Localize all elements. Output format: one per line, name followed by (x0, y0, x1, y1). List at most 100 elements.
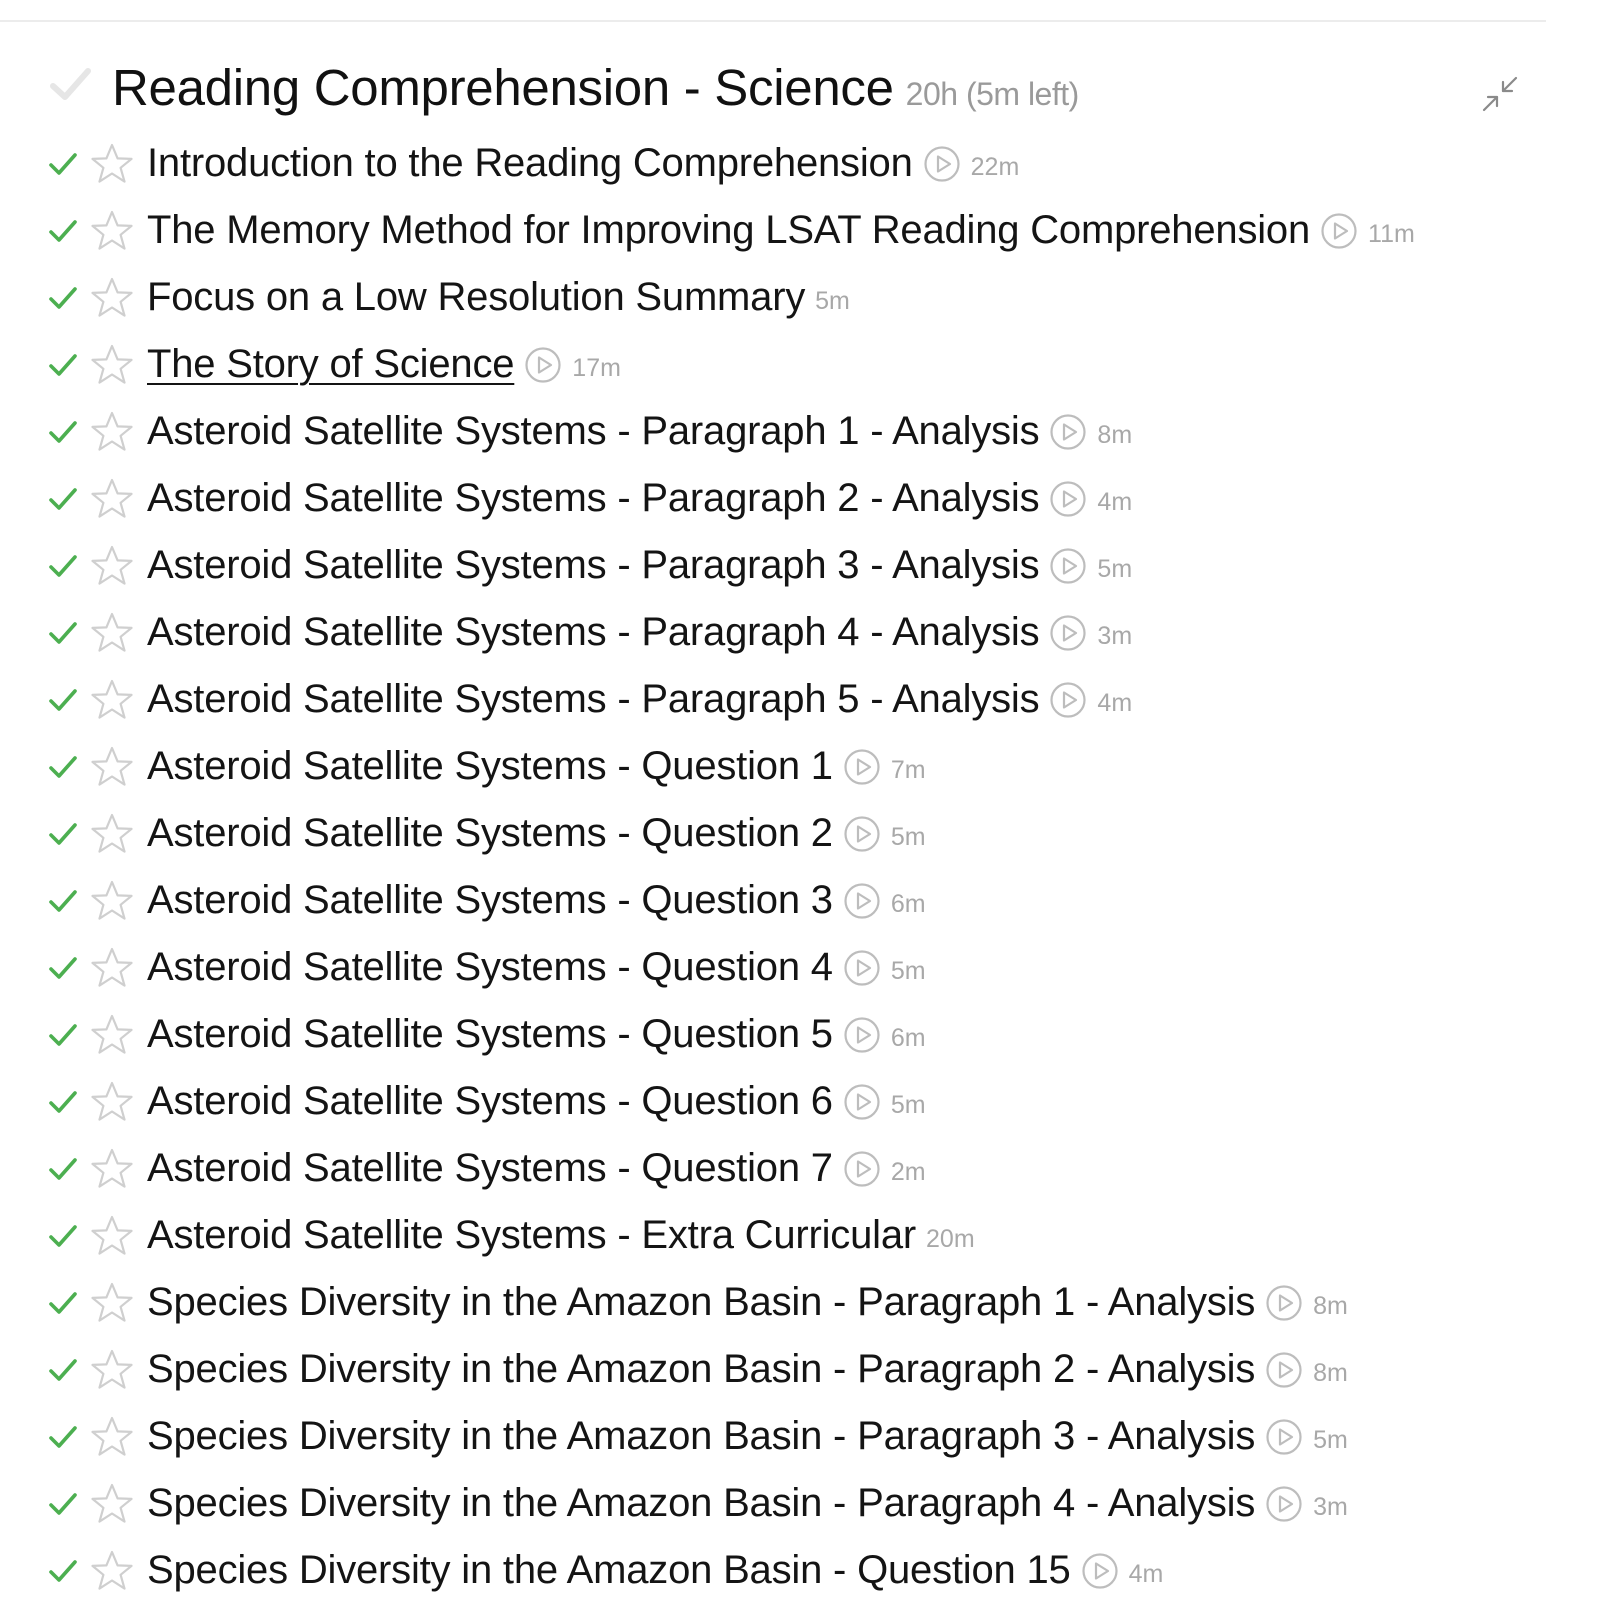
lesson-title[interactable]: Asteroid Satellite Systems - Paragraph 5… (147, 677, 1040, 722)
star-icon[interactable] (90, 1549, 134, 1593)
play-video-icon[interactable] (843, 1083, 881, 1121)
completed-check-icon[interactable] (48, 1423, 78, 1451)
lesson-title[interactable]: Asteroid Satellite Systems - Question 7 (147, 1146, 833, 1191)
lesson-row-20[interactable]: Species Diversity in the Amazon Basin - … (0, 1403, 1560, 1470)
play-video-icon[interactable] (1265, 1284, 1303, 1322)
lesson-title[interactable]: Asteroid Satellite Systems - Extra Curri… (147, 1213, 916, 1258)
lesson-title[interactable]: Species Diversity in the Amazon Basin - … (147, 1280, 1255, 1325)
star-icon[interactable] (90, 1482, 134, 1526)
star-icon[interactable] (90, 1415, 134, 1459)
completed-check-icon[interactable] (48, 887, 78, 915)
lesson-row-2[interactable]: The Memory Method for Improving LSAT Rea… (0, 197, 1560, 264)
play-video-icon[interactable] (843, 748, 881, 786)
star-icon[interactable] (90, 1281, 134, 1325)
collapse-arrows-icon[interactable] (1480, 74, 1520, 114)
lesson-row-10[interactable]: Asteroid Satellite Systems - Question 1 … (0, 733, 1560, 800)
star-icon[interactable] (90, 142, 134, 186)
play-video-icon[interactable] (843, 882, 881, 920)
section-check-icon[interactable] (48, 62, 92, 106)
play-video-icon[interactable] (1049, 480, 1087, 518)
completed-check-icon[interactable] (48, 485, 78, 513)
star-icon[interactable] (90, 745, 134, 789)
completed-check-icon[interactable] (48, 150, 78, 178)
lesson-row-19[interactable]: Species Diversity in the Amazon Basin - … (0, 1336, 1560, 1403)
lesson-row-6[interactable]: Asteroid Satellite Systems - Paragraph 2… (0, 465, 1560, 532)
lesson-row-16[interactable]: Asteroid Satellite Systems - Question 7 … (0, 1135, 1560, 1202)
play-video-icon[interactable] (1049, 681, 1087, 719)
play-video-icon[interactable] (1049, 413, 1087, 451)
play-video-icon[interactable] (843, 1016, 881, 1054)
completed-check-icon[interactable] (48, 1356, 78, 1384)
play-video-icon[interactable] (843, 949, 881, 987)
lesson-row-7[interactable]: Asteroid Satellite Systems - Paragraph 3… (0, 532, 1560, 599)
play-video-icon[interactable] (1265, 1485, 1303, 1523)
star-icon[interactable] (90, 209, 134, 253)
lesson-row-4[interactable]: The Story of Science 17m (0, 331, 1560, 398)
star-icon[interactable] (90, 1080, 134, 1124)
completed-check-icon[interactable] (48, 284, 78, 312)
play-video-icon[interactable] (1265, 1351, 1303, 1389)
play-video-icon[interactable] (1265, 1418, 1303, 1456)
lesson-title[interactable]: Asteroid Satellite Systems - Paragraph 1… (147, 409, 1040, 454)
lesson-row-1[interactable]: Introduction to the Reading Comprehensio… (0, 130, 1560, 197)
completed-check-icon[interactable] (48, 1088, 78, 1116)
star-icon[interactable] (90, 276, 134, 320)
star-icon[interactable] (90, 946, 134, 990)
star-icon[interactable] (90, 812, 134, 856)
completed-check-icon[interactable] (48, 217, 78, 245)
lesson-title[interactable]: Asteroid Satellite Systems - Question 5 (147, 1012, 833, 1057)
lesson-title[interactable]: Asteroid Satellite Systems - Question 2 (147, 811, 833, 856)
play-video-icon[interactable] (1320, 212, 1358, 250)
completed-check-icon[interactable] (48, 418, 78, 446)
completed-check-icon[interactable] (48, 1289, 78, 1317)
lesson-title[interactable]: Species Diversity in the Amazon Basin - … (147, 1347, 1255, 1392)
star-icon[interactable] (90, 879, 134, 923)
lesson-row-15[interactable]: Asteroid Satellite Systems - Question 6 … (0, 1068, 1560, 1135)
star-icon[interactable] (90, 1214, 134, 1258)
completed-check-icon[interactable] (48, 686, 78, 714)
lesson-title[interactable]: Asteroid Satellite Systems - Question 3 (147, 878, 833, 923)
lesson-row-18[interactable]: Species Diversity in the Amazon Basin - … (0, 1269, 1560, 1336)
star-icon[interactable] (90, 611, 134, 655)
lesson-title[interactable]: Asteroid Satellite Systems - Paragraph 3… (147, 543, 1040, 588)
lesson-row-3[interactable]: Focus on a Low Resolution Summary 5m (0, 264, 1560, 331)
play-video-icon[interactable] (923, 145, 961, 183)
completed-check-icon[interactable] (48, 1222, 78, 1250)
lesson-title[interactable]: Asteroid Satellite Systems - Question 6 (147, 1079, 833, 1124)
lesson-row-22[interactable]: Species Diversity in the Amazon Basin - … (0, 1537, 1560, 1604)
completed-check-icon[interactable] (48, 1021, 78, 1049)
lesson-row-8[interactable]: Asteroid Satellite Systems - Paragraph 4… (0, 599, 1560, 666)
lesson-title[interactable]: Introduction to the Reading Comprehensio… (147, 141, 913, 186)
play-video-icon[interactable] (843, 815, 881, 853)
star-icon[interactable] (90, 1348, 134, 1392)
lesson-title[interactable]: Species Diversity in the Amazon Basin - … (147, 1414, 1255, 1459)
lesson-title[interactable]: The Story of Science (147, 342, 514, 387)
lesson-row-14[interactable]: Asteroid Satellite Systems - Question 5 … (0, 1001, 1560, 1068)
lesson-row-12[interactable]: Asteroid Satellite Systems - Question 3 … (0, 867, 1560, 934)
completed-check-icon[interactable] (48, 1557, 78, 1585)
star-icon[interactable] (90, 477, 134, 521)
completed-check-icon[interactable] (48, 619, 78, 647)
play-video-icon[interactable] (1081, 1552, 1119, 1590)
lesson-title[interactable]: The Memory Method for Improving LSAT Rea… (147, 208, 1310, 253)
star-icon[interactable] (90, 410, 134, 454)
play-video-icon[interactable] (524, 346, 562, 384)
lesson-title[interactable]: Asteroid Satellite Systems - Question 1 (147, 744, 833, 789)
play-video-icon[interactable] (843, 1150, 881, 1188)
lesson-title[interactable]: Asteroid Satellite Systems - Paragraph 2… (147, 476, 1040, 521)
lesson-row-21[interactable]: Species Diversity in the Amazon Basin - … (0, 1470, 1560, 1537)
star-icon[interactable] (90, 1013, 134, 1057)
lesson-title[interactable]: Focus on a Low Resolution Summary (147, 275, 805, 320)
section-title[interactable]: Reading Comprehension - Science 20h (5m … (112, 58, 1079, 117)
play-video-icon[interactable] (1049, 547, 1087, 585)
completed-check-icon[interactable] (48, 1490, 78, 1518)
completed-check-icon[interactable] (48, 351, 78, 379)
lesson-row-11[interactable]: Asteroid Satellite Systems - Question 2 … (0, 800, 1560, 867)
lesson-title[interactable]: Asteroid Satellite Systems - Paragraph 4… (147, 610, 1040, 655)
star-icon[interactable] (90, 1147, 134, 1191)
lesson-row-5[interactable]: Asteroid Satellite Systems - Paragraph 1… (0, 398, 1560, 465)
star-icon[interactable] (90, 343, 134, 387)
lesson-title[interactable]: Asteroid Satellite Systems - Question 4 (147, 945, 833, 990)
star-icon[interactable] (90, 544, 134, 588)
lesson-row-9[interactable]: Asteroid Satellite Systems - Paragraph 5… (0, 666, 1560, 733)
